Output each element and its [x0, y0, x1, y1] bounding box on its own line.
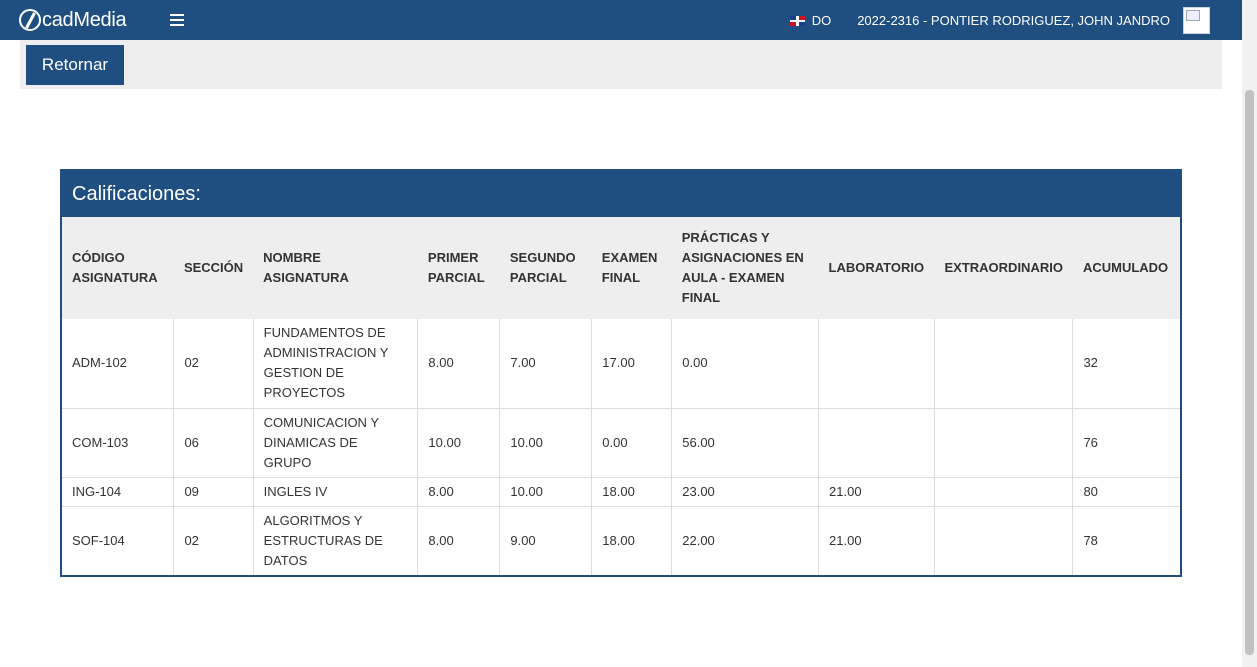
table-cell: 8.00 [417, 319, 501, 409]
table-cell: FUNDAMENTOS DE ADMINISTRACION Y GESTION … [252, 319, 419, 409]
table-cell [933, 407, 1074, 478]
table-cell: 02 [173, 505, 254, 575]
table-header-row: CÓDIGO ASIGNATURA SECCIÓN NOMBRE ASIGNAT… [62, 217, 1180, 319]
col-header: ACUMULADO [1072, 217, 1180, 319]
hamburger-icon[interactable] [170, 14, 185, 26]
table-cell: 8.00 [417, 505, 501, 575]
col-header: SEGUNDO PARCIAL [499, 217, 592, 319]
back-button[interactable]: Retornar [26, 45, 124, 85]
col-header: NOMBRE ASIGNATURA [253, 217, 418, 319]
language-selector[interactable]: DO [812, 13, 832, 28]
vertical-scrollbar[interactable] [1242, 0, 1257, 667]
table-cell: 78 [1072, 505, 1180, 575]
table-cell: ALGORITMOS Y ESTRUCTURAS DE DATOS [252, 505, 419, 575]
table-cell: COMUNICACION Y DINAMICAS DE GRUPO [252, 407, 419, 478]
table-cell: 06 [173, 407, 254, 478]
table-cell: 22.00 [671, 505, 820, 575]
table-cell: 56.00 [671, 407, 820, 478]
table-cell: 18.00 [591, 505, 673, 575]
table-cell: 8.00 [417, 476, 501, 507]
table-row: COM-103 06 COMUNICACION Y DINAMICAS DE G… [62, 407, 1180, 478]
user-name[interactable]: 2022-2316 - PONTIER RODRIGUEZ, JOHN JAND… [857, 13, 1170, 28]
table-cell: 17.00 [591, 319, 673, 409]
table-cell: 02 [173, 319, 254, 409]
panel-title: Calificaciones: [62, 171, 1180, 217]
table-cell: 21.00 [818, 505, 935, 575]
table-cell: 76 [1072, 407, 1180, 478]
table-cell: 10.00 [499, 407, 593, 478]
table-cell: 32 [1072, 319, 1180, 409]
grades-panel: Calificaciones: CÓDIGO ASIGNATURA SECCIÓ… [60, 169, 1182, 577]
table-cell: 7.00 [499, 319, 593, 409]
table-cell [818, 319, 935, 409]
action-bar: Retornar [20, 40, 1222, 89]
table-cell: SOF-104 [62, 505, 175, 575]
table-cell: 18.00 [591, 476, 673, 507]
col-header: CÓDIGO ASIGNATURA [62, 217, 174, 319]
table-cell: 9.00 [499, 505, 593, 575]
col-header: EXAMEN FINAL [591, 217, 672, 319]
table-cell: COM-103 [62, 407, 175, 478]
table-cell: 0.00 [671, 319, 820, 409]
table-cell: 09 [173, 476, 254, 507]
scrollbar-thumb[interactable] [1245, 90, 1254, 655]
table-row: ADM-102 02 FUNDAMENTOS DE ADMINISTRACION… [62, 319, 1180, 409]
col-header: PRIMER PARCIAL [417, 217, 500, 319]
table-cell [933, 505, 1074, 575]
table-cell: ADM-102 [62, 319, 175, 409]
grades-table: CÓDIGO ASIGNATURA SECCIÓN NOMBRE ASIGNAT… [62, 217, 1180, 575]
table-cell: ING-104 [62, 476, 175, 507]
dominican-flag-icon[interactable] [789, 16, 805, 26]
table-cell: 10.00 [499, 476, 593, 507]
table-cell [818, 407, 935, 478]
table-cell: INGLES IV [252, 476, 419, 507]
col-header: LABORATORIO [818, 217, 935, 319]
top-navbar: cadMedia DO 2022-2316 - PONTIER RODRIGUE… [0, 0, 1242, 40]
table-row: SOF-104 02 ALGORITMOS Y ESTRUCTURAS DE D… [62, 505, 1180, 575]
table-cell: 10.00 [417, 407, 501, 478]
table-cell [933, 476, 1074, 507]
app-logo[interactable]: cadMedia [19, 0, 127, 40]
table-row: ING-104 09 INGLES IV 8.00 10.00 18.00 23… [62, 476, 1180, 507]
col-header: EXTRAORDINARIO [934, 217, 1073, 319]
table-cell: 80 [1072, 476, 1180, 507]
table-cell: 21.00 [818, 476, 935, 507]
col-header: SECCIÓN [173, 217, 254, 319]
app-name: cadMedia [42, 8, 127, 31]
avatar[interactable] [1183, 6, 1210, 34]
col-header: PRÁCTICAS Y ASIGNACIONES EN AULA - EXAME… [671, 217, 819, 319]
table-cell: 23.00 [671, 476, 820, 507]
table-cell: 0.00 [591, 407, 673, 478]
table-cell [933, 319, 1074, 409]
logo-icon [19, 9, 41, 31]
